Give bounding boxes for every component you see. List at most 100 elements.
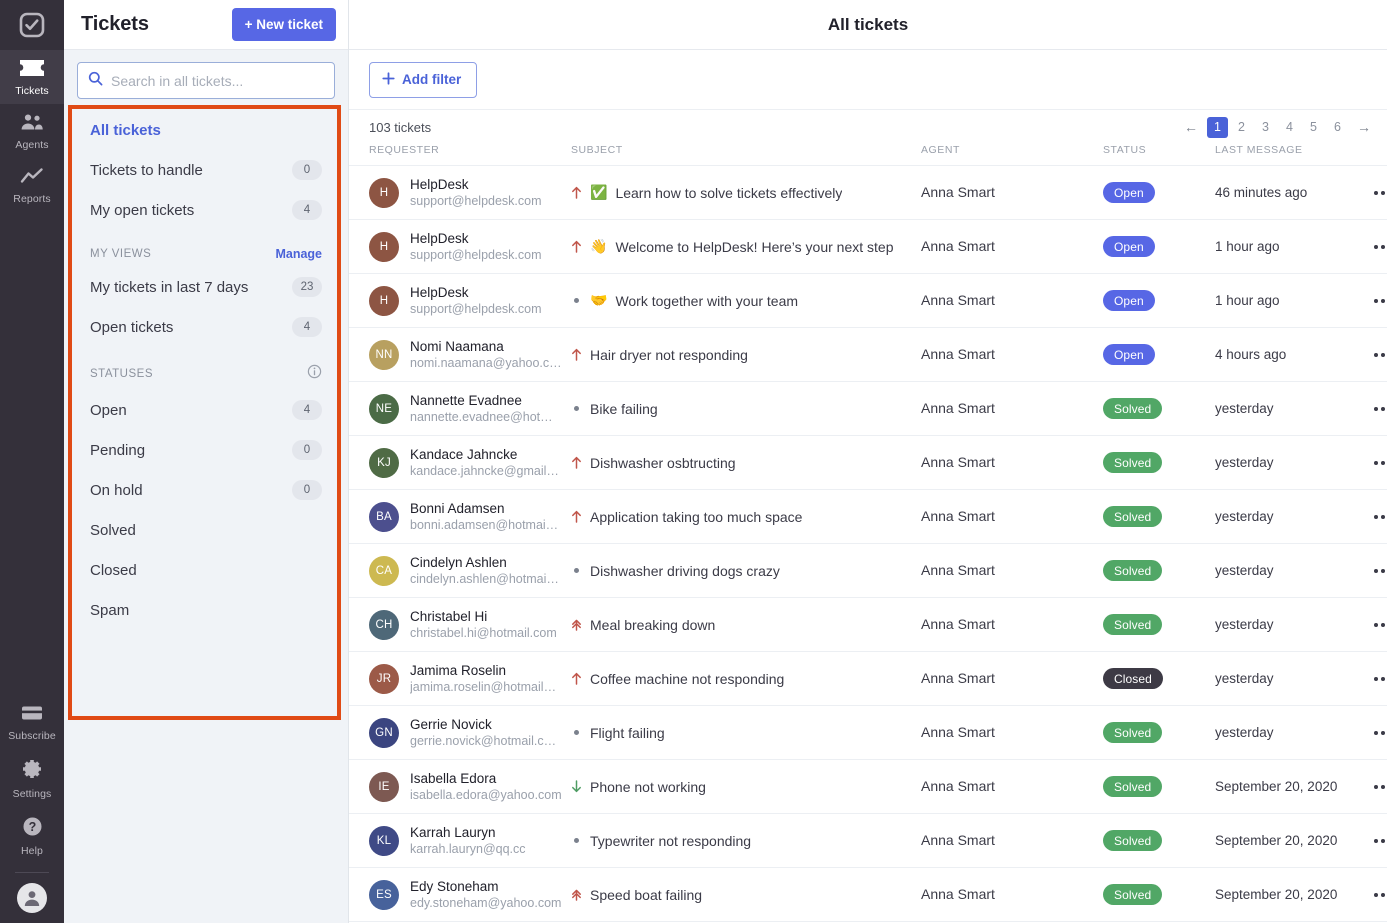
subject-cell[interactable]: Application taking too much space [571, 490, 921, 544]
subject-cell[interactable]: Meal breaking down [571, 598, 921, 652]
table-row[interactable]: HHelpDesksupport@helpdesk.com🤝Work toget… [349, 274, 1387, 328]
column-header-agent[interactable]: AGENT [921, 144, 1103, 166]
more-options-icon[interactable] [1366, 399, 1387, 419]
sidebar-item-status-open[interactable]: Open 4 [77, 390, 335, 430]
last-message-cell: September 20, 2020 [1215, 814, 1351, 868]
table-row[interactable]: NENannette Evadneenannette.evadnee@hot…B… [349, 382, 1387, 436]
column-header-last-message[interactable]: LAST MESSAGE [1215, 144, 1351, 166]
more-options-icon[interactable] [1366, 615, 1387, 635]
status-badge: Closed [1103, 668, 1163, 689]
requester-cell[interactable]: NENannette Evadneenannette.evadnee@hot… [349, 382, 571, 436]
requester-cell[interactable]: HHelpDesksupport@helpdesk.com [349, 166, 571, 220]
subject-cell[interactable]: ✅Learn how to solve tickets effectively [571, 166, 921, 220]
subject-cell[interactable]: Dishwasher osbtructing [571, 436, 921, 490]
sidebar-item-my-open-tickets[interactable]: My open tickets 4 [77, 190, 335, 230]
sidebar-item-status-on-hold[interactable]: On hold 0 [77, 470, 335, 510]
requester-cell[interactable]: NNNomi Naamananomi.naamana@yahoo.c… [349, 328, 571, 382]
sidebar-item-status-solved[interactable]: Solved [77, 510, 335, 550]
rail-item-settings[interactable]: Settings [0, 749, 64, 807]
table-row[interactable]: CACindelyn Ashlencindelyn.ashlen@hotmai…… [349, 544, 1387, 598]
column-header-status[interactable]: STATUS [1103, 144, 1215, 166]
add-filter-button[interactable]: Add filter [369, 62, 477, 98]
sidebar-item-my-tickets-last-7-days[interactable]: My tickets in last 7 days 23 [77, 267, 335, 307]
subject-cell[interactable]: Dishwasher driving dogs crazy [571, 544, 921, 598]
user-avatar-icon[interactable] [17, 883, 47, 913]
sidebar-item-all-tickets[interactable]: All tickets [77, 110, 335, 150]
page-5-button[interactable]: 5 [1303, 117, 1324, 138]
last-message-cell: yesterday [1215, 544, 1351, 598]
requester-cell[interactable]: CHChristabel Hichristabel.hi@hotmail.com [349, 598, 571, 652]
requester-cell[interactable]: KJKandace Jahnckekandace.jahncke@gmail… [349, 436, 571, 490]
requester-cell[interactable]: JRJamima Roselinjamima.roselin@hotmail… [349, 652, 571, 706]
more-options-icon[interactable] [1366, 507, 1387, 527]
more-options-icon[interactable] [1366, 345, 1387, 365]
subject-cell[interactable]: Bike failing [571, 382, 921, 436]
subject-cell[interactable]: 🤝Work together with your team [571, 274, 921, 328]
subject-cell[interactable]: Speed boat failing [571, 868, 921, 922]
more-options-icon[interactable] [1366, 669, 1387, 689]
requester-cell[interactable]: BABonni Adamsenbonni.adamsen@hotmai… [349, 490, 571, 544]
sidebar-item-status-closed[interactable]: Closed [77, 550, 335, 590]
table-row[interactable]: GNGerrie Novickgerrie.novick@hotmail.c…F… [349, 706, 1387, 760]
rail-item-tickets[interactable]: Tickets [0, 50, 64, 104]
requester-cell[interactable]: HHelpDesksupport@helpdesk.com [349, 274, 571, 328]
table-row[interactable]: KLKarrah Laurynkarrah.lauryn@qq.ccTypewr… [349, 814, 1387, 868]
page-2-button[interactable]: 2 [1231, 117, 1252, 138]
manage-views-link[interactable]: Manage [275, 247, 322, 261]
page-1-button[interactable]: 1 [1207, 117, 1228, 138]
table-row[interactable]: KJKandace Jahnckekandace.jahncke@gmail…D… [349, 436, 1387, 490]
info-icon[interactable] [307, 364, 322, 384]
requester-cell[interactable]: IEIsabella Edoraisabella.edora@yahoo.com [349, 760, 571, 814]
search-box[interactable] [77, 62, 335, 99]
more-options-icon[interactable] [1366, 777, 1387, 797]
column-header-subject[interactable]: SUBJECT [571, 144, 921, 166]
search-input[interactable] [111, 73, 324, 89]
page-6-button[interactable]: 6 [1327, 117, 1348, 138]
tickets-table-scroll[interactable]: REQUESTER SUBJECT AGENT STATUS LAST MESS… [349, 144, 1387, 923]
table-row[interactable]: CHChristabel Hichristabel.hi@hotmail.com… [349, 598, 1387, 652]
rail-item-agents[interactable]: Agents [0, 104, 64, 158]
more-options-icon[interactable] [1366, 183, 1387, 203]
requester-cell[interactable]: CACindelyn Ashlencindelyn.ashlen@hotmai… [349, 544, 571, 598]
subject-cell[interactable]: Hair dryer not responding [571, 328, 921, 382]
subject-cell[interactable]: 👋Welcome to HelpDesk! Here’s your next s… [571, 220, 921, 274]
column-header-requester[interactable]: REQUESTER [349, 144, 571, 166]
subject-cell[interactable]: Flight failing [571, 706, 921, 760]
more-options-icon[interactable] [1366, 723, 1387, 743]
arrow-right-icon[interactable]: → [1351, 117, 1377, 138]
more-options-icon[interactable] [1366, 561, 1387, 581]
sidebar-item-status-pending[interactable]: Pending 0 [77, 430, 335, 470]
requester-cell[interactable]: GNGerrie Novickgerrie.novick@hotmail.c… [349, 706, 571, 760]
table-row[interactable]: ESEdy Stonehamedy.stoneham@yahoo.comSpee… [349, 868, 1387, 922]
more-options-icon[interactable] [1366, 885, 1387, 905]
rail-item-subscribe[interactable]: Subscribe [0, 695, 64, 749]
arrow-left-icon[interactable]: ← [1178, 117, 1204, 138]
more-options-icon[interactable] [1366, 291, 1387, 311]
sidebar-item-open-tickets[interactable]: Open tickets 4 [77, 307, 335, 347]
requester-cell[interactable]: HHelpDesksupport@helpdesk.com [349, 220, 571, 274]
new-ticket-button[interactable]: + New ticket [232, 8, 336, 41]
requester-cell[interactable]: ESEdy Stonehamedy.stoneham@yahoo.com [349, 868, 571, 922]
table-row[interactable]: JRJamima Roselinjamima.roselin@hotmail…C… [349, 652, 1387, 706]
table-row[interactable]: NNNomi Naamananomi.naamana@yahoo.c…Hair … [349, 328, 1387, 382]
table-row[interactable]: BABonni Adamsenbonni.adamsen@hotmai…Appl… [349, 490, 1387, 544]
table-row[interactable]: HHelpDesksupport@helpdesk.com✅Learn how … [349, 166, 1387, 220]
table-row[interactable]: IEIsabella Edoraisabella.edora@yahoo.com… [349, 760, 1387, 814]
subject-cell[interactable]: Coffee machine not responding [571, 652, 921, 706]
more-options-icon[interactable] [1366, 831, 1387, 851]
app-logo[interactable] [0, 0, 64, 50]
subject-cell[interactable]: Typewriter not responding [571, 814, 921, 868]
rail-item-help[interactable]: ? Help [0, 807, 64, 864]
requester-name: HelpDesk [410, 284, 542, 301]
subject-cell[interactable]: Phone not working [571, 760, 921, 814]
page-4-button[interactable]: 4 [1279, 117, 1300, 138]
requester-cell[interactable]: KLKarrah Laurynkarrah.lauryn@qq.cc [349, 814, 571, 868]
more-options-icon[interactable] [1366, 237, 1387, 257]
rail-item-reports[interactable]: Reports [0, 158, 64, 212]
more-options-icon[interactable] [1366, 453, 1387, 473]
table-row[interactable]: HHelpDesksupport@helpdesk.com👋Welcome to… [349, 220, 1387, 274]
sidebar-item-count: 0 [292, 160, 322, 180]
sidebar-item-status-spam[interactable]: Spam [77, 590, 335, 630]
page-3-button[interactable]: 3 [1255, 117, 1276, 138]
sidebar-item-tickets-to-handle[interactable]: Tickets to handle 0 [77, 150, 335, 190]
